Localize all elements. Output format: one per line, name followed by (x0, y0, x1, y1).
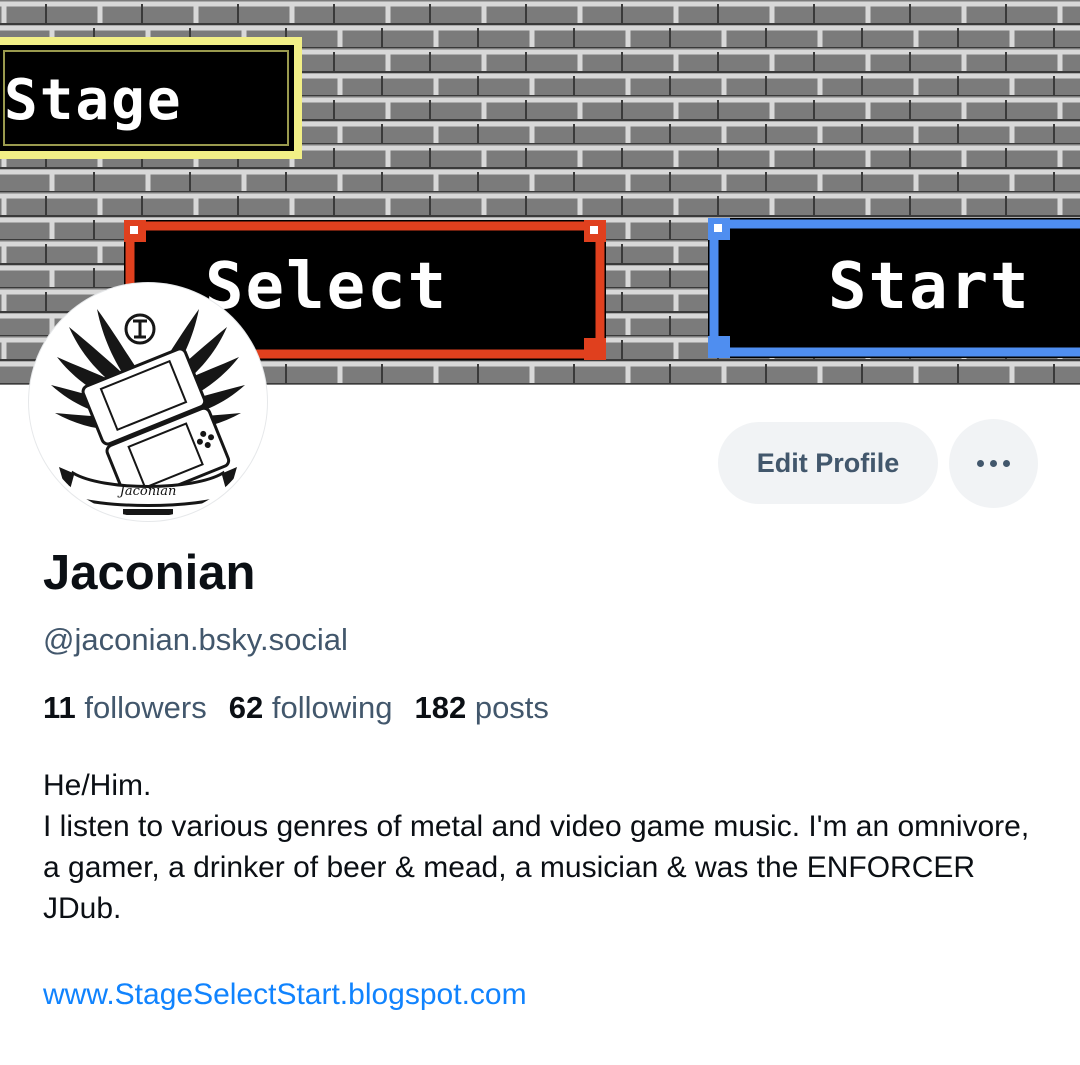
display-name: Jaconian (43, 546, 256, 600)
more-options-button[interactable] (949, 419, 1038, 508)
stage-label: Stage (4, 68, 183, 133)
following-stat[interactable]: 62 following (229, 688, 393, 728)
edit-profile-button[interactable]: Edit Profile (718, 422, 938, 504)
profile-handle: @jaconian.bsky.social (43, 622, 348, 657)
website-link[interactable]: www.StageSelectStart.blogspot.com (43, 975, 527, 1015)
avatar-emblem-icon: Jaconian (33, 287, 263, 517)
start-box: Start (708, 218, 1080, 358)
profile-bio: He/Him. I listen to various genres of me… (43, 765, 1053, 929)
posts-label: posts (474, 690, 549, 725)
avatar[interactable]: Jaconian (29, 283, 267, 521)
following-label: following (271, 690, 393, 725)
posts-stat: 182 posts (414, 688, 548, 728)
posts-count: 182 (414, 690, 467, 725)
followers-label: followers (84, 690, 207, 725)
select-label: Select (205, 250, 448, 324)
bio-line-description: I listen to various genres of metal and … (43, 810, 1030, 925)
profile-stats: 11 followers 62 following 182 posts (43, 688, 549, 728)
followers-count: 11 (43, 690, 76, 725)
stage-box: Stage (0, 37, 302, 159)
start-label: Start (828, 250, 1031, 324)
bio-line-pronouns: He/Him. (43, 769, 152, 802)
avatar-caption: Jaconian (117, 484, 177, 499)
followers-stat[interactable]: 11 followers (43, 688, 207, 728)
more-dots-icon (977, 460, 1010, 467)
following-count: 62 (228, 690, 264, 725)
